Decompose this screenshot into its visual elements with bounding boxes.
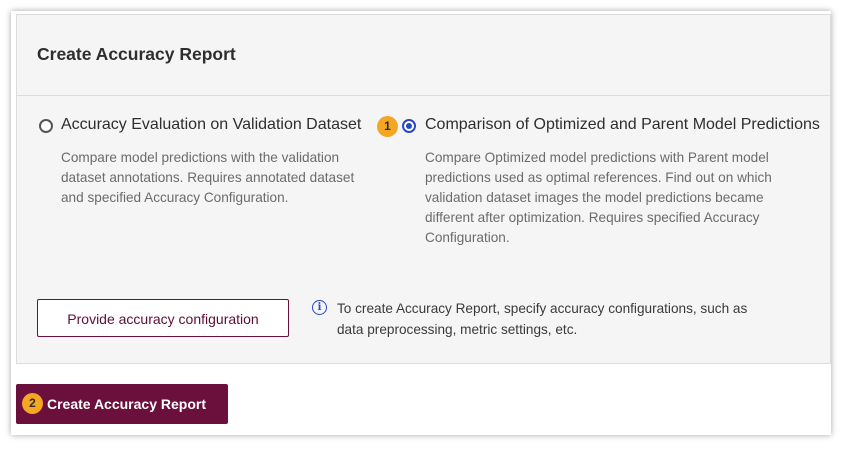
create-accuracy-report-button[interactable]: 2 Create Accuracy Report: [16, 384, 228, 424]
option-parent-model-comparison-description: Compare Optimized model predictions with…: [425, 150, 772, 245]
step-badge-1: 1: [377, 116, 398, 137]
create-accuracy-report-label[interactable]: Create Accuracy Report: [47, 396, 206, 412]
radio-parent-model-comparison[interactable]: [402, 119, 416, 133]
accuracy-report-panel: Create Accuracy Report Accuracy Evaluati…: [16, 14, 831, 364]
panel-header: Create Accuracy Report: [17, 15, 830, 96]
option-validation-dataset-title[interactable]: Accuracy Evaluation on Validation Datase…: [61, 116, 361, 134]
step-badge-2: 2: [22, 393, 43, 414]
info-icon: i: [312, 300, 327, 315]
provide-accuracy-configuration-button[interactable]: Provide accuracy configuration: [37, 299, 289, 337]
panel-title: Create Accuracy Report: [37, 44, 236, 64]
option-validation-dataset-description: Compare model predictions with the valid…: [61, 150, 355, 205]
option-parent-model-comparison-title[interactable]: Comparison of Optimized and Parent Model…: [425, 116, 820, 134]
info-text: To create Accuracy Report, specify accur…: [337, 301, 748, 337]
radio-validation-dataset[interactable]: [39, 119, 53, 133]
